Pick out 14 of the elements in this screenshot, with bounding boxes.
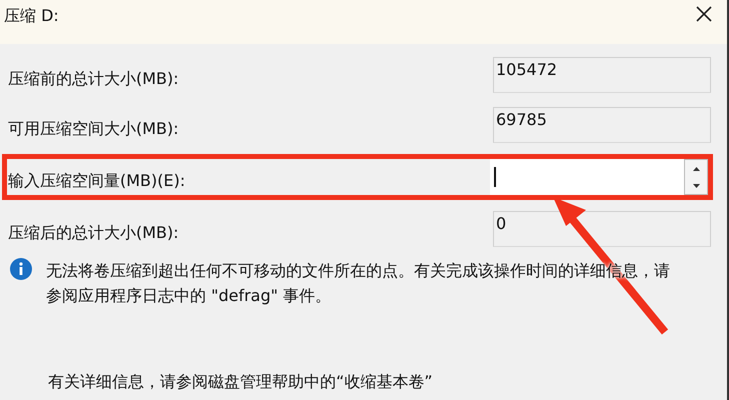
field-label: 压缩前的总计大小(MB):: [8, 68, 179, 90]
up-triangle-icon: [692, 166, 700, 170]
down-triangle-icon: [692, 184, 700, 188]
field-label: 可用压缩空间大小(MB):: [8, 118, 179, 140]
window-title: 压缩 D:: [4, 6, 59, 26]
input-field[interactable]: [490, 159, 684, 195]
readonly-field: 69785: [493, 107, 711, 143]
field-label: 压缩后的总计大小(MB):: [8, 222, 179, 244]
help-note: 有关详细信息，请参阅磁盘管理帮助中的“收缩基本卷”: [48, 372, 434, 393]
close-icon: [695, 5, 713, 23]
readonly-field: 0: [493, 211, 711, 247]
readonly-field: 105472: [493, 57, 711, 93]
info-icon: [10, 258, 32, 280]
field-label: 输入压缩空间量(MB)(E):: [8, 170, 186, 192]
